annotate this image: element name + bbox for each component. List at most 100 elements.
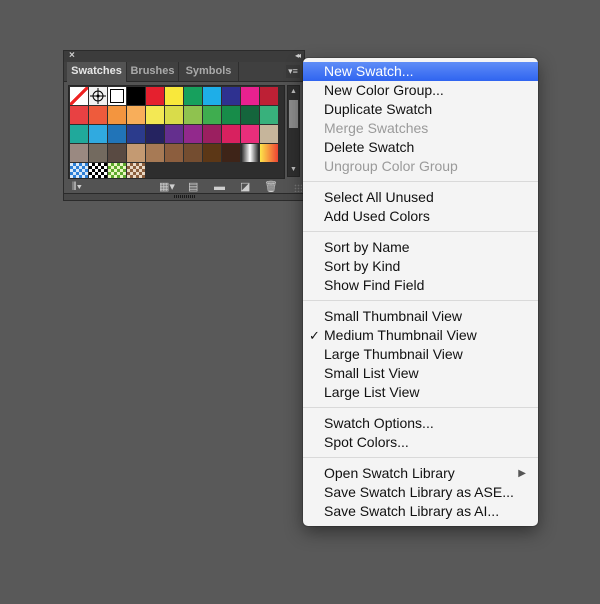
menu-item-sort-by-name[interactable]: Sort by Name (303, 238, 538, 257)
swatch-gradient[interactable] (260, 144, 278, 162)
swatch[interactable] (165, 87, 183, 105)
swatch-pattern[interactable] (127, 163, 145, 178)
swatch[interactable] (70, 106, 88, 124)
swatch[interactable] (203, 87, 221, 105)
tab-symbols[interactable]: Symbols (179, 62, 239, 81)
menu-item-delete-swatch[interactable]: Delete Swatch (303, 138, 538, 157)
menu-item-duplicate-swatch[interactable]: Duplicate Swatch (303, 100, 538, 119)
menu-item-swatch-options[interactable]: Swatch Options... (303, 414, 538, 433)
new-color-group-icon[interactable]: ▬ (214, 180, 225, 194)
menu-item-sort-by-kind[interactable]: Sort by Kind (303, 257, 538, 276)
menu-item-label: Duplicate Swatch (324, 101, 433, 117)
swatch[interactable] (108, 106, 126, 124)
swatch[interactable] (70, 144, 88, 162)
swatch[interactable] (108, 144, 126, 162)
swatch[interactable] (146, 106, 164, 124)
menu-item-label: Spot Colors... (324, 434, 409, 450)
swatch[interactable] (260, 125, 278, 143)
menu-item-small-thumbnail-view[interactable]: Small Thumbnail View (303, 307, 538, 326)
menu-separator (303, 407, 538, 408)
swatch[interactable] (165, 125, 183, 143)
panel-footer[interactable] (64, 193, 304, 200)
new-swatch-icon[interactable]: ◪ (240, 180, 250, 194)
swatch-options-icon[interactable]: ▤ (188, 180, 198, 194)
delete-swatch-icon[interactable]: 🗑 (264, 180, 278, 194)
menu-item-label: Ungroup Color Group (324, 158, 458, 174)
menu-item-save-swatch-library-as-ai[interactable]: Save Swatch Library as AI... (303, 502, 538, 521)
panel-drag-grip[interactable] (174, 195, 196, 198)
menu-item-open-swatch-library[interactable]: Open Swatch Library ▶ (303, 464, 538, 483)
menu-item-new-swatch[interactable]: New Swatch... (303, 62, 538, 81)
swatch-libraries-menu-icon[interactable]: ⫴▾ (72, 180, 82, 194)
swatch-gradient[interactable] (241, 144, 259, 162)
resize-grip-icon[interactable] (294, 184, 302, 192)
tab-swatches[interactable]: Swatches (67, 62, 127, 82)
menu-item-show-find-field[interactable]: Show Find Field (303, 276, 538, 295)
menu-item-select-all-unused[interactable]: Select All Unused (303, 188, 538, 207)
menu-item-large-list-view[interactable]: Large List View (303, 383, 538, 402)
menu-separator (303, 457, 538, 458)
swatch[interactable] (146, 125, 164, 143)
swatch-pattern[interactable] (89, 163, 107, 178)
swatch-none[interactable] (70, 87, 88, 105)
menu-item-label: Swatch Options... (324, 415, 434, 431)
swatch[interactable] (222, 144, 240, 162)
swatch[interactable] (222, 125, 240, 143)
swatch[interactable] (260, 87, 278, 105)
menu-item-new-color-group[interactable]: New Color Group... (303, 81, 538, 100)
swatch[interactable] (89, 144, 107, 162)
tab-brushes[interactable]: Brushes (127, 62, 179, 81)
swatch[interactable] (203, 144, 221, 162)
show-swatch-kinds-icon[interactable]: ▦▾ (159, 180, 175, 194)
menu-item-label: New Swatch... (324, 63, 414, 79)
swatch[interactable] (127, 87, 145, 105)
swatch[interactable] (184, 144, 202, 162)
menu-item-add-used-colors[interactable]: Add Used Colors (303, 207, 538, 226)
swatch[interactable] (146, 87, 164, 105)
menu-item-large-thumbnail-view[interactable]: Large Thumbnail View (303, 345, 538, 364)
swatch[interactable] (222, 106, 240, 124)
menu-item-medium-thumbnail-view[interactable]: Medium Thumbnail View ✓ (303, 326, 538, 345)
swatch[interactable] (184, 125, 202, 143)
registration-icon (90, 88, 106, 104)
swatch[interactable] (203, 106, 221, 124)
swatch[interactable] (146, 144, 164, 162)
swatch[interactable] (89, 106, 107, 124)
swatch[interactable] (127, 106, 145, 124)
menu-item-save-swatch-library-as-ase[interactable]: Save Swatch Library as ASE... (303, 483, 538, 502)
swatch-scrollbar[interactable]: ▲ ▼ (287, 85, 300, 177)
swatch[interactable] (241, 106, 259, 124)
panel-menu-icon[interactable]: ▾≡ (286, 65, 300, 78)
swatch[interactable] (184, 87, 202, 105)
swatch[interactable] (241, 87, 259, 105)
swatch[interactable] (203, 125, 221, 143)
swatch[interactable] (127, 125, 145, 143)
menu-item-label: Large Thumbnail View (324, 346, 463, 362)
panel-flyout-menu: New Swatch... New Color Group... Duplicate… (303, 58, 538, 526)
swatch-pattern[interactable] (108, 163, 126, 178)
swatch[interactable] (89, 125, 107, 143)
scroll-down-icon[interactable]: ▼ (288, 164, 299, 176)
collapse-panel-icon[interactable]: ◂◂ (295, 50, 301, 62)
menu-separator (303, 300, 538, 301)
swatch[interactable] (222, 87, 240, 105)
swatch[interactable] (241, 125, 259, 143)
swatch[interactable] (165, 144, 183, 162)
swatch-white[interactable] (108, 87, 126, 105)
close-icon[interactable]: × (69, 49, 75, 62)
scroll-thumb[interactable] (289, 100, 298, 128)
menu-item-small-list-view[interactable]: Small List View (303, 364, 538, 383)
swatch[interactable] (260, 106, 278, 124)
scroll-up-icon[interactable]: ▲ (288, 86, 299, 98)
swatch[interactable] (127, 144, 145, 162)
menu-item-label: Show Find Field (324, 277, 425, 293)
swatch-registration[interactable] (89, 87, 107, 105)
menu-item-spot-colors[interactable]: Spot Colors... (303, 433, 538, 452)
swatch[interactable] (165, 106, 183, 124)
checkmark-icon: ✓ (309, 328, 320, 343)
swatch[interactable] (70, 125, 88, 143)
swatch[interactable] (184, 106, 202, 124)
swatch[interactable] (108, 125, 126, 143)
swatch-pattern[interactable] (70, 163, 88, 178)
menu-item-label: Small Thumbnail View (324, 308, 462, 324)
